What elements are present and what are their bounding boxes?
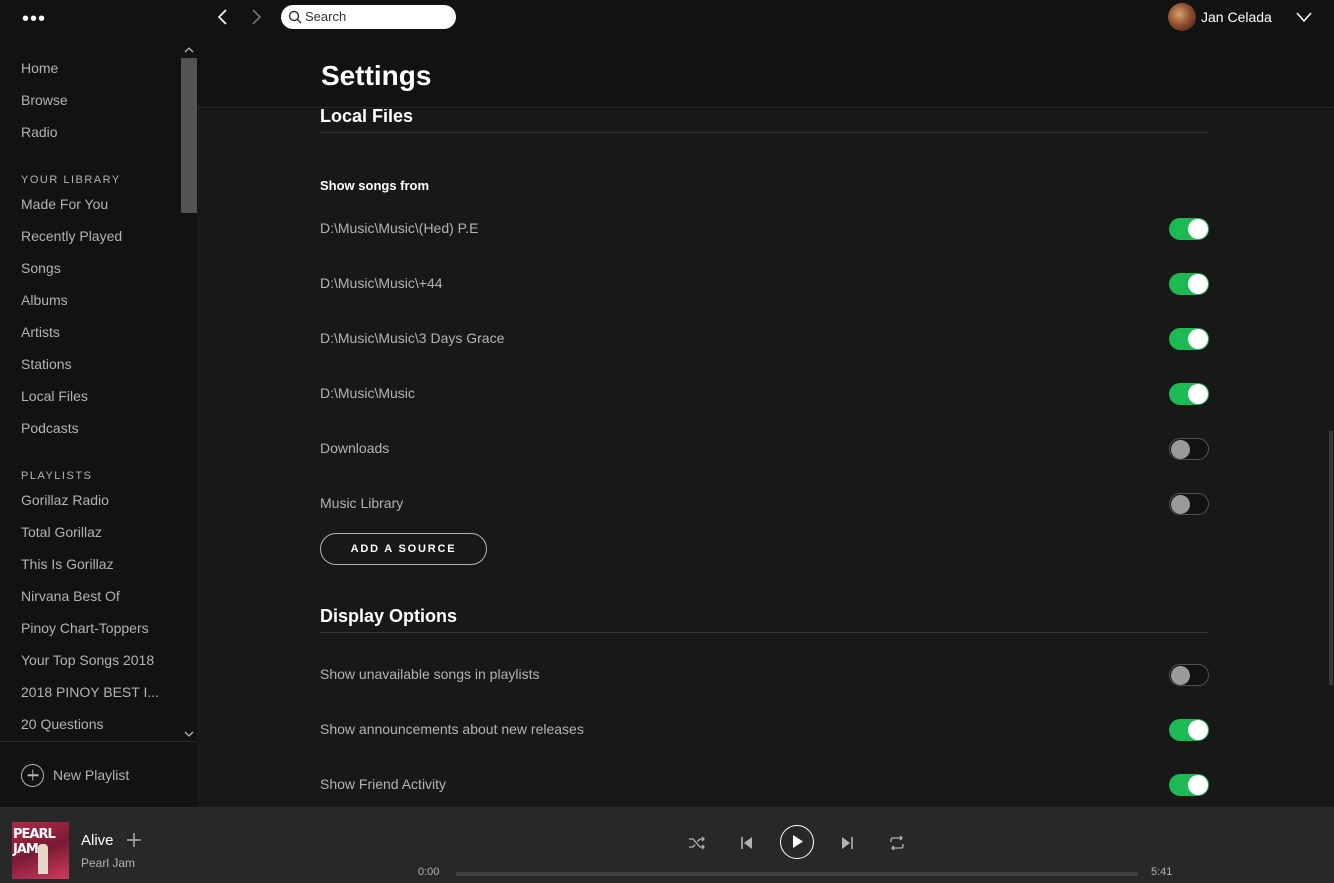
sidebar-item-albums[interactable]: Albums bbox=[21, 292, 171, 308]
local-source-toggle[interactable] bbox=[1169, 328, 1209, 350]
local-source-label: D:\Music\Music bbox=[320, 385, 415, 401]
page-header: Settings bbox=[197, 40, 1334, 108]
forward-arrow-icon[interactable] bbox=[246, 7, 266, 27]
display-option-label: Show Friend Activity bbox=[320, 776, 447, 792]
display-option-toggle[interactable] bbox=[1169, 774, 1209, 796]
local-source-toggle[interactable] bbox=[1169, 273, 1209, 295]
local-source-toggle[interactable] bbox=[1169, 438, 1209, 460]
playlist-item[interactable]: 2018 PINOY BEST I... bbox=[21, 684, 171, 700]
section-divider bbox=[320, 132, 1208, 133]
display-option-toggle[interactable] bbox=[1169, 719, 1209, 741]
repeat-icon[interactable] bbox=[887, 833, 907, 853]
new-playlist-label: New Playlist bbox=[53, 767, 130, 783]
top-bar: Search Jan Celada bbox=[197, 0, 1334, 40]
local-source-label: D:\Music\Music\3 Days Grace bbox=[320, 330, 505, 346]
next-track-icon[interactable] bbox=[837, 833, 857, 853]
scroll-down-icon[interactable] bbox=[183, 728, 195, 740]
search-input[interactable]: Search bbox=[281, 5, 456, 29]
section-divider bbox=[320, 632, 1208, 633]
local-source-label: Music Library bbox=[320, 495, 404, 511]
time-elapsed: 0:00 bbox=[418, 866, 440, 878]
user-name[interactable]: Jan Celada bbox=[1201, 9, 1272, 25]
playlist-item[interactable]: Your Top Songs 2018 bbox=[21, 652, 171, 668]
add-source-button[interactable]: ADD A SOURCE bbox=[320, 533, 487, 565]
sidebar-item-radio[interactable]: Radio bbox=[21, 124, 171, 140]
local-source-toggle[interactable] bbox=[1169, 383, 1209, 405]
time-total: 5:41 bbox=[1151, 866, 1173, 878]
scroll-up-icon[interactable] bbox=[183, 44, 195, 56]
more-options-icon[interactable]: ••• bbox=[22, 9, 46, 29]
sidebar-scrollbar-thumb[interactable] bbox=[181, 58, 197, 213]
playlist-item[interactable]: Total Gorillaz bbox=[21, 524, 171, 540]
sidebar: ••• Home Browse Radio YOUR LIBRARY Made … bbox=[0, 0, 197, 807]
playlist-item[interactable]: Nirvana Best Of bbox=[21, 588, 171, 604]
local-source-label: D:\Music\Music\+44 bbox=[320, 275, 443, 291]
album-art[interactable]: PEARL JAM bbox=[12, 822, 69, 879]
sidebar-nav: Home Browse Radio YOUR LIBRARY Made For … bbox=[0, 52, 180, 740]
search-placeholder: Search bbox=[305, 9, 347, 24]
back-arrow-icon[interactable] bbox=[213, 7, 233, 27]
playback-progress-bar[interactable] bbox=[456, 872, 1138, 876]
album-art-figure bbox=[38, 844, 48, 874]
local-source-label: Downloads bbox=[320, 440, 390, 456]
display-option-toggle[interactable] bbox=[1169, 664, 1209, 686]
settings-content: Local Files Show songs from D:\Music\Mus… bbox=[197, 109, 1334, 807]
display-option-label: Show unavailable songs in playlists bbox=[320, 666, 540, 682]
library-header: YOUR LIBRARY bbox=[21, 174, 121, 186]
local-source-toggle[interactable] bbox=[1169, 218, 1209, 240]
previous-track-icon[interactable] bbox=[737, 833, 757, 853]
sidebar-divider bbox=[0, 741, 197, 742]
sidebar-item-stations[interactable]: Stations bbox=[21, 356, 171, 372]
avatar[interactable] bbox=[1168, 3, 1196, 31]
sidebar-item-songs[interactable]: Songs bbox=[21, 260, 171, 276]
sidebar-item-artists[interactable]: Artists bbox=[21, 324, 171, 340]
sidebar-item-podcasts[interactable]: Podcasts bbox=[21, 420, 171, 436]
search-icon bbox=[288, 10, 302, 24]
chevron-down-icon[interactable] bbox=[1296, 10, 1312, 23]
section-title-local-files: Local Files bbox=[320, 109, 414, 126]
new-playlist-button[interactable]: New Playlist bbox=[21, 763, 129, 787]
now-playing-bar: PEARL JAM Alive Pearl Jam 0:00 5:41 bbox=[0, 807, 1334, 883]
show-songs-from-label: Show songs from bbox=[320, 178, 430, 193]
sidebar-item-home[interactable]: Home bbox=[21, 60, 171, 76]
play-icon bbox=[793, 835, 803, 848]
sidebar-item-made-for-you[interactable]: Made For You bbox=[21, 196, 171, 212]
display-option-label: Show announcements about new releases bbox=[320, 721, 584, 737]
playlist-item[interactable]: 20 Questions bbox=[21, 716, 171, 732]
track-artist[interactable]: Pearl Jam bbox=[81, 856, 135, 870]
section-title-display-options: Display Options bbox=[320, 606, 458, 626]
content-scrollbar-thumb[interactable] bbox=[1329, 431, 1333, 685]
track-title[interactable]: Alive bbox=[81, 832, 114, 849]
playlist-item[interactable]: Gorillaz Radio bbox=[21, 492, 171, 508]
playlist-item[interactable]: This Is Gorillaz bbox=[21, 556, 171, 572]
play-button[interactable] bbox=[780, 825, 814, 859]
add-to-library-icon[interactable] bbox=[126, 832, 142, 848]
plus-circle-icon bbox=[21, 763, 44, 787]
page-title: Settings bbox=[321, 60, 432, 91]
local-source-label: D:\Music\Music\(Hed) P.E bbox=[320, 220, 479, 236]
playlist-item[interactable]: Pinoy Chart-Toppers bbox=[21, 620, 171, 636]
local-source-toggle[interactable] bbox=[1169, 493, 1209, 515]
sidebar-item-local-files[interactable]: Local Files bbox=[21, 388, 171, 404]
sidebar-item-recently-played[interactable]: Recently Played bbox=[21, 228, 171, 244]
playlists-header: PLAYLISTS bbox=[21, 470, 93, 482]
sidebar-item-browse[interactable]: Browse bbox=[21, 92, 171, 108]
shuffle-icon[interactable] bbox=[687, 833, 707, 853]
